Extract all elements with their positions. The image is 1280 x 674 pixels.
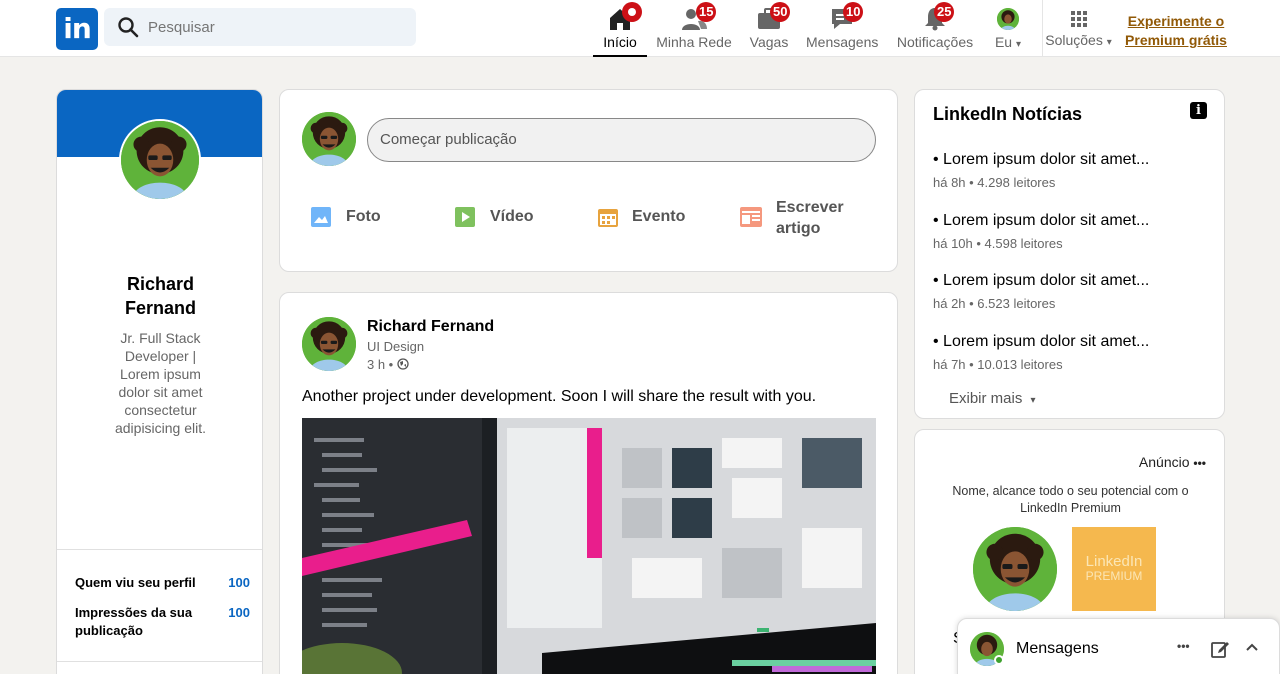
globe-icon	[397, 358, 409, 370]
messaging-title: Mensagens	[1016, 640, 1099, 657]
chevron-up-icon[interactable]	[1245, 642, 1259, 652]
ad-text: Nome, alcance todo o seu potencial com o…	[952, 484, 1189, 515]
news-title: LinkedIn Notícias	[933, 104, 1083, 124]
search-input[interactable]	[148, 8, 398, 46]
info-icon[interactable]: i	[1190, 102, 1207, 119]
messaging-overlay[interactable]: Mensagens •••	[957, 618, 1280, 674]
post-author-subtitle: UI Design	[367, 339, 425, 354]
write-article-button[interactable]: Escrever artigo	[739, 195, 869, 241]
nav-home-label: Início	[603, 34, 637, 50]
stat-post-impressions[interactable]: Impressões da sua publicação 100	[75, 604, 250, 640]
home-notification-dot	[622, 2, 642, 22]
notifications-badge: 25	[934, 2, 955, 22]
nav-messaging[interactable]: 10 Mensagens	[806, 0, 878, 57]
divider	[57, 661, 262, 662]
top-navigation-bar: in Início 15 Minha Rede 50 Vagas 10 Mens…	[0, 0, 1280, 57]
nav-me[interactable]: Eu ▾	[988, 0, 1028, 57]
nav-me-label: Eu ▾	[994, 34, 1022, 50]
post-timestamp: 3 h •	[367, 357, 409, 372]
compose-icon[interactable]	[1210, 639, 1230, 659]
post-image[interactable]	[302, 418, 876, 674]
nav-jobs-label: Vagas	[749, 34, 789, 50]
post-text: Another project under development. Soon …	[302, 388, 817, 405]
post-composer-card: Começar publicação Foto Vídeo Evento Esc…	[279, 89, 898, 272]
search-box[interactable]	[104, 8, 416, 46]
nav-jobs[interactable]: 50 Vagas	[746, 0, 792, 57]
nav-home[interactable]: Início	[593, 0, 647, 57]
profile-avatar[interactable]	[119, 119, 201, 201]
me-avatar	[997, 8, 1019, 30]
nav-my-network[interactable]: 15 Minha Rede	[654, 0, 734, 57]
jobs-badge: 50	[770, 2, 791, 22]
show-more-button[interactable]: Exibir mais ▾	[949, 390, 1036, 407]
try-premium-link[interactable]: Experimente o Premium grátis	[1122, 12, 1230, 50]
nav-solutions[interactable]: Soluções ▾	[1042, 0, 1114, 57]
post-author-name[interactable]: Richard Fernand	[367, 318, 494, 336]
online-status-icon	[994, 655, 1004, 665]
news-item[interactable]: • Lorem ipsum dolor sit amet... há 8h • 4…	[933, 151, 1149, 190]
post-card: Richard Fernand UI Design 3 h • Another …	[279, 292, 898, 674]
nav-notifications-label: Notificações	[896, 34, 974, 50]
linkedin-logo-icon[interactable]: in	[56, 8, 98, 50]
nav-messaging-label: Mensagens	[806, 34, 879, 50]
video-icon	[455, 207, 475, 227]
nav-notifications[interactable]: 25 Notificações	[896, 0, 974, 57]
more-options-icon[interactable]: •••	[1193, 456, 1206, 470]
composer-avatar	[302, 112, 356, 166]
post-author-avatar[interactable]	[302, 317, 356, 371]
start-post-input[interactable]: Começar publicação	[367, 118, 876, 162]
calendar-icon	[598, 209, 618, 227]
profile-name[interactable]: Richard Fernand	[57, 272, 262, 320]
article-icon	[740, 207, 762, 227]
messaging-badge: 10	[843, 2, 864, 22]
grid-icon	[1070, 11, 1087, 27]
profile-card: Richard Fernand Jr. Full Stack Developer |…	[56, 89, 263, 674]
linkedin-premium-logo[interactable]: LinkedIn PREMIUM	[1072, 527, 1156, 611]
profile-headline: Jr. Full Stack Developer | Lorem ipsum dolo…	[114, 330, 207, 436]
me-caret-icon: ▾	[1015, 39, 1022, 50]
search-icon	[118, 17, 139, 38]
stat-profile-views[interactable]: Quem viu seu perfil 100	[75, 575, 250, 590]
messaging-more-icon[interactable]: •••	[1177, 639, 1190, 653]
linkedin-news-card: LinkedIn Notícias i • Lorem ipsum dolor …	[914, 89, 1225, 419]
divider	[57, 549, 262, 550]
photo-icon	[311, 207, 331, 227]
news-item[interactable]: • Lorem ipsum dolor sit amet... há 2h • 6…	[933, 272, 1149, 311]
chevron-down-icon: ▾	[1030, 395, 1036, 406]
ad-label: Anúncio •••	[1138, 454, 1206, 470]
news-item[interactable]: • Lorem ipsum dolor sit amet... há 7h • 1…	[933, 333, 1149, 372]
ad-user-avatar	[973, 527, 1057, 611]
news-item[interactable]: • Lorem ipsum dolor sit amet... há 10h • …	[933, 212, 1149, 251]
solutions-caret-icon: ▾	[1106, 37, 1112, 48]
nav-solutions-label: Soluções ▾	[1045, 32, 1112, 48]
network-badge: 15	[696, 2, 717, 22]
nav-my-network-label: Minha Rede	[656, 34, 732, 50]
